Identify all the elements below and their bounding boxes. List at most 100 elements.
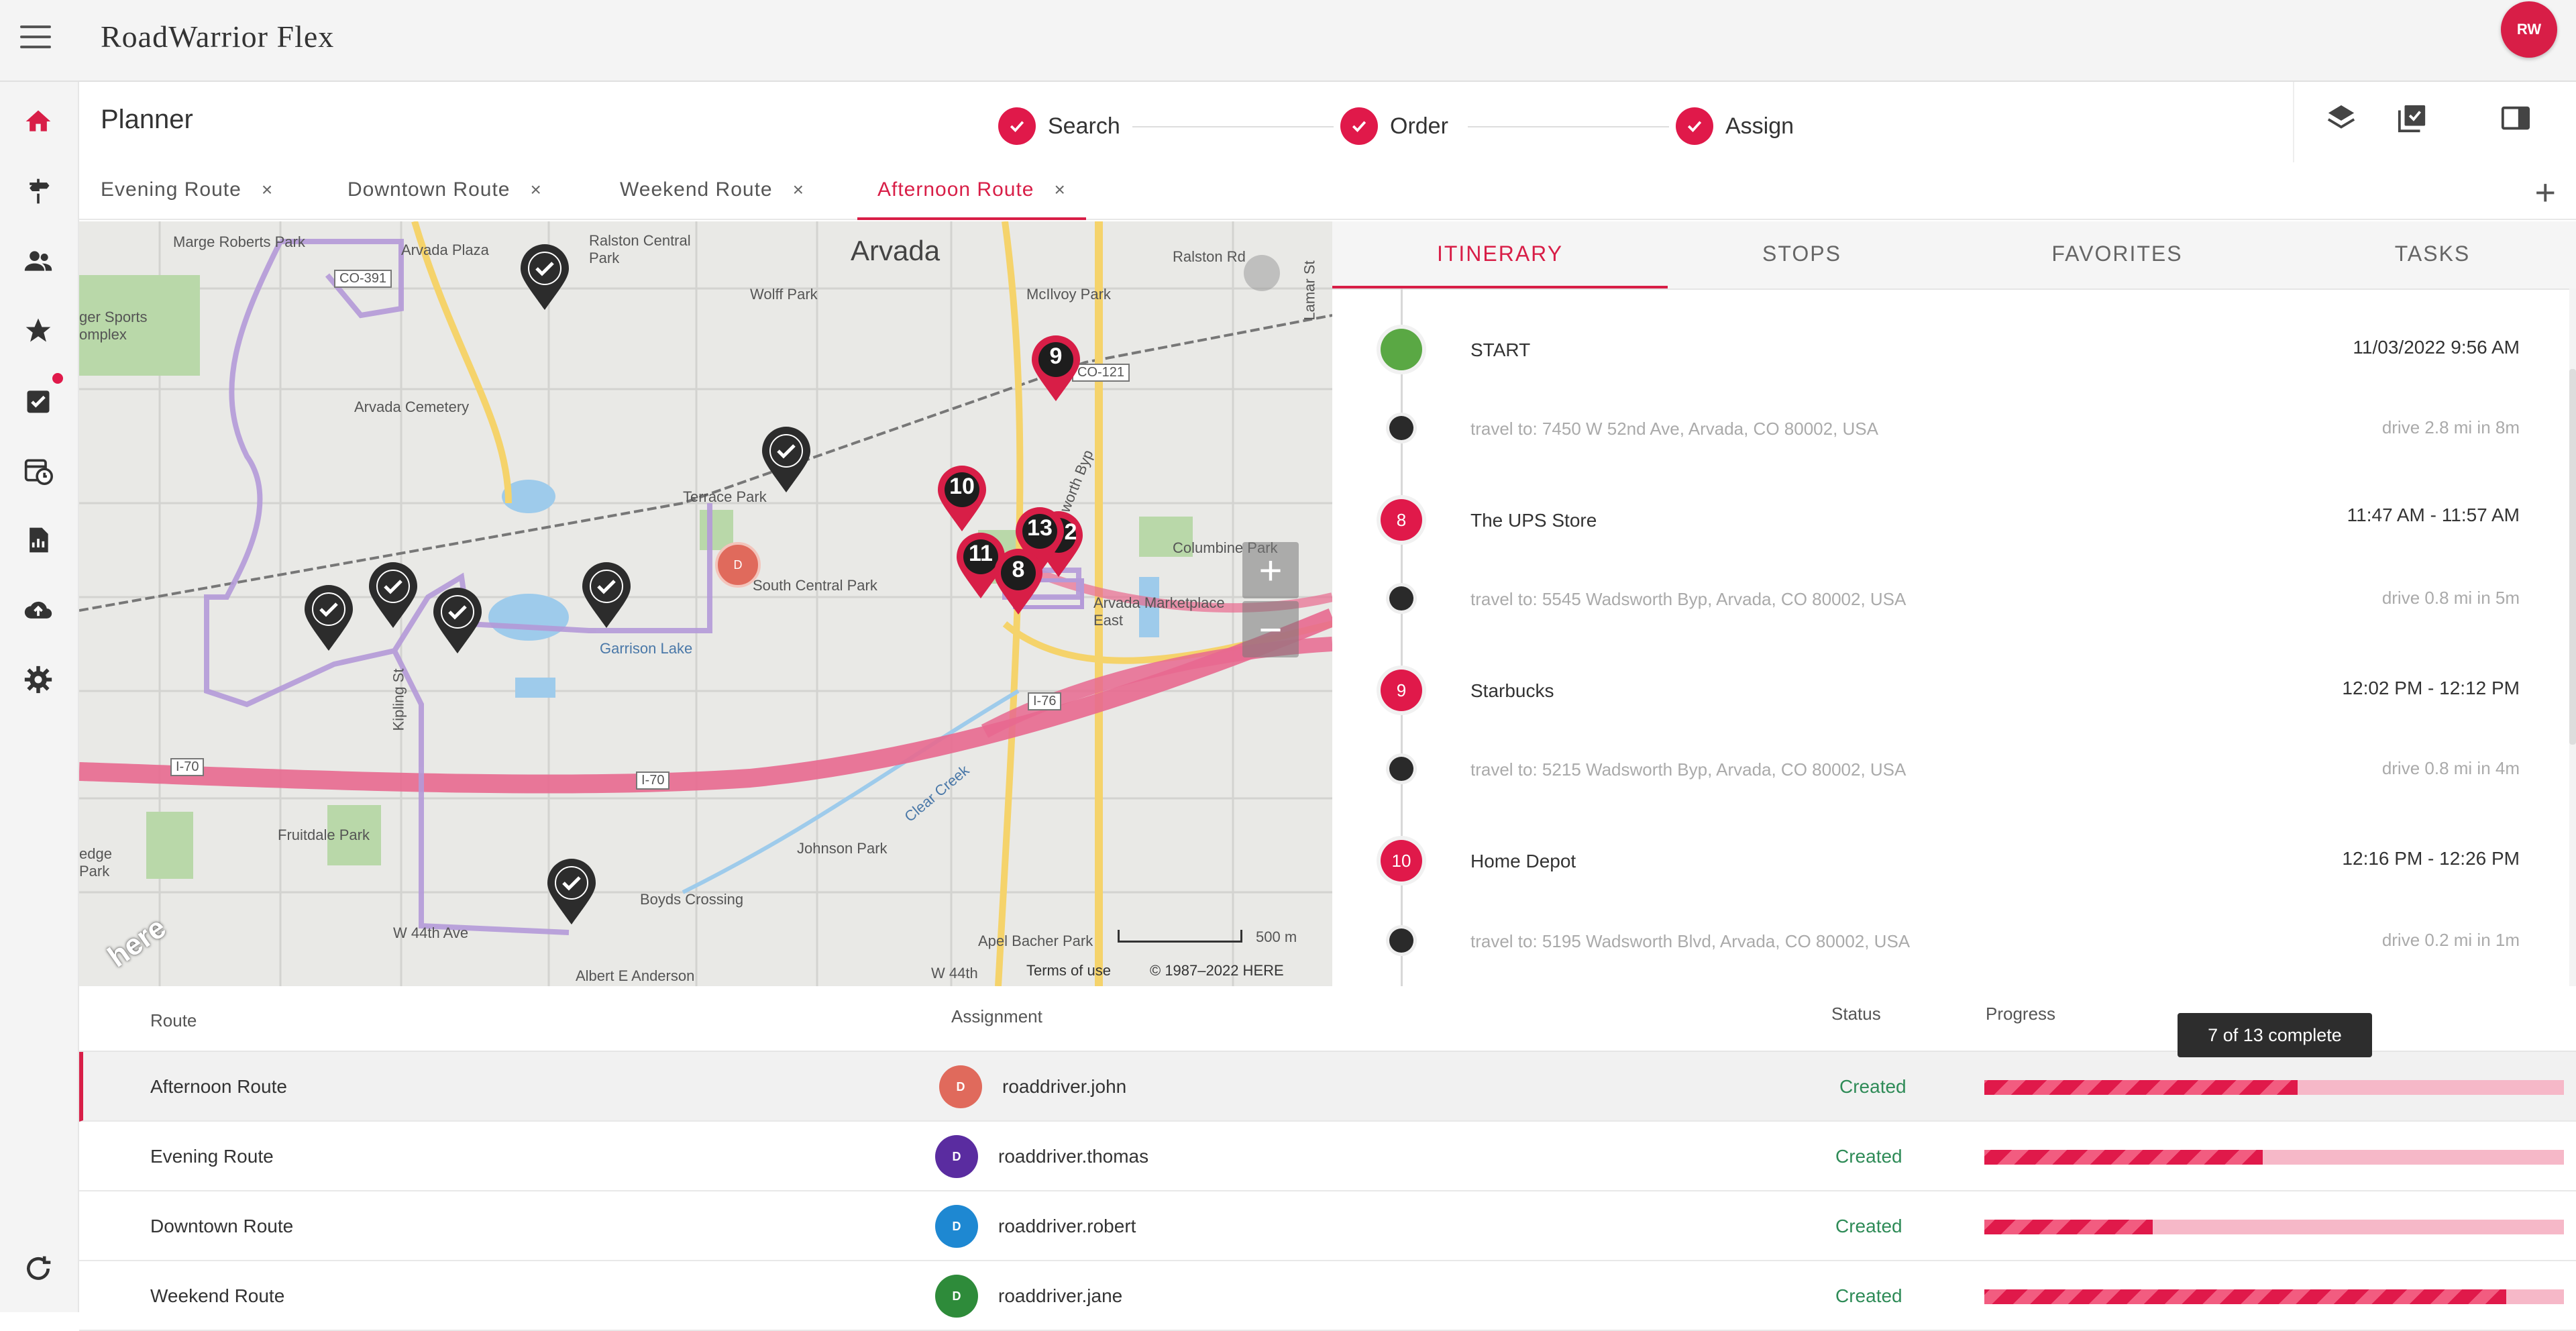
map-label: Kipling St bbox=[390, 668, 407, 731]
close-icon[interactable]: × bbox=[262, 179, 273, 201]
travel-address: travel to: 5545 Wadsworth Byp, Arvada, C… bbox=[1470, 589, 1907, 609]
completed-stop-pin[interactable] bbox=[432, 588, 483, 655]
step-search[interactable]: Search bbox=[998, 107, 1120, 145]
completed-stop-pin[interactable] bbox=[519, 244, 570, 311]
tab-downtown-route[interactable]: Downtown Route × bbox=[347, 162, 542, 217]
column-header-progress[interactable]: Progress bbox=[1986, 1004, 2055, 1024]
itinerary-panel: ITINERARY STOPS FAVORITES TASKS START 11… bbox=[1332, 221, 2576, 986]
tasks-icon[interactable] bbox=[21, 384, 55, 417]
report-icon[interactable] bbox=[21, 523, 55, 557]
route-name: Downtown Route bbox=[150, 1216, 294, 1236]
tab-itinerary[interactable]: ITINERARY bbox=[1332, 221, 1668, 288]
completed-stop-pin[interactable] bbox=[368, 562, 419, 629]
table-row[interactable]: Weekend Route D roaddriver.jane Created bbox=[79, 1261, 2576, 1331]
close-icon[interactable]: × bbox=[1054, 179, 1065, 201]
step-assign[interactable]: Assign bbox=[1676, 107, 1794, 145]
table-row[interactable]: Evening Route D roaddriver.thomas Create… bbox=[79, 1122, 2576, 1191]
routes-icon[interactable] bbox=[21, 174, 55, 208]
close-icon[interactable]: × bbox=[530, 179, 541, 201]
stop-pin-10[interactable]: 10 bbox=[936, 466, 987, 533]
scroll-thumb[interactable] bbox=[2569, 369, 2576, 745]
people-icon[interactable] bbox=[21, 244, 55, 278]
completed-stop-pin[interactable] bbox=[303, 585, 354, 652]
page-title: Planner bbox=[101, 105, 193, 134]
map-copyright: © 1987–2022 HERE bbox=[1150, 962, 1284, 979]
tab-weekend-route[interactable]: Weekend Route × bbox=[620, 162, 804, 217]
column-header-status[interactable]: Status bbox=[1831, 1004, 1881, 1024]
map-label: Arvada Cemetery bbox=[354, 398, 470, 415]
stop-name: The UPS Store bbox=[1470, 510, 1597, 531]
map-label-city: Arvada bbox=[851, 235, 941, 266]
avatar: D bbox=[935, 1205, 978, 1248]
timeline-dot bbox=[1389, 757, 1413, 781]
add-tab-button[interactable]: + bbox=[2534, 172, 2556, 213]
map-label: Albert E Anderson bbox=[576, 967, 695, 984]
driver-name: roaddriver.thomas bbox=[998, 1146, 1149, 1167]
map-terms-link[interactable]: Terms of use bbox=[1026, 962, 1111, 979]
cloud-upload-icon[interactable] bbox=[21, 593, 55, 627]
route-tabs: Evening Route × Downtown Route × Weekend… bbox=[79, 162, 2576, 220]
depot-marker[interactable]: D bbox=[715, 542, 761, 588]
map-label: edge Park bbox=[79, 845, 112, 880]
completed-stop-pin[interactable] bbox=[761, 427, 812, 494]
panel-toggle-icon[interactable] bbox=[2496, 98, 2536, 138]
close-icon[interactable]: × bbox=[793, 179, 804, 201]
progress-fill bbox=[1984, 1150, 2263, 1165]
zoom-in-button[interactable]: + bbox=[1242, 542, 1299, 598]
map-road-shield: I-70 bbox=[636, 771, 670, 790]
stop-pin-8[interactable]: 8 bbox=[993, 549, 1044, 616]
map-label: Apel Bacher Park bbox=[978, 933, 1093, 949]
step-label: Search bbox=[1048, 113, 1120, 139]
tab-tasks[interactable]: TASKS bbox=[2298, 221, 2567, 286]
progress-bar bbox=[1984, 1220, 2564, 1234]
status-text: Created bbox=[1835, 1216, 1902, 1236]
toolbar bbox=[2293, 82, 2576, 162]
column-header-route[interactable]: Route bbox=[150, 1010, 197, 1031]
tab-label: Downtown Route bbox=[347, 178, 511, 201]
avatar: D bbox=[939, 1065, 982, 1108]
step-label: Assign bbox=[1725, 113, 1794, 139]
calendar-clock-icon[interactable] bbox=[21, 454, 55, 487]
route-name: Weekend Route bbox=[150, 1285, 285, 1306]
column-header-assignment[interactable]: Assignment bbox=[951, 1006, 1042, 1027]
check-circle-icon bbox=[1340, 107, 1378, 145]
status-text: Created bbox=[1835, 1146, 1902, 1167]
compass-icon[interactable] bbox=[1244, 255, 1280, 291]
stop-marker: 10 bbox=[1381, 840, 1422, 882]
step-label: Order bbox=[1390, 113, 1448, 139]
tab-stops[interactable]: STOPS bbox=[1668, 221, 1936, 286]
tab-afternoon-route[interactable]: Afternoon Route × bbox=[857, 162, 1086, 220]
timeline-line bbox=[1401, 288, 1403, 986]
itinerary-scrollbar[interactable] bbox=[2569, 288, 2576, 986]
step-order[interactable]: Order bbox=[1340, 107, 1448, 145]
tab-evening-route[interactable]: Evening Route × bbox=[101, 162, 273, 217]
gear-icon[interactable] bbox=[21, 663, 55, 696]
checklist-icon[interactable] bbox=[2392, 98, 2432, 138]
map-label: Lamar St bbox=[1301, 260, 1318, 321]
table-row[interactable]: Afternoon Route D roaddriver.john Create… bbox=[79, 1052, 2576, 1122]
completed-stop-pin[interactable] bbox=[581, 562, 632, 629]
hamburger-menu-icon[interactable] bbox=[20, 25, 51, 52]
zoom-out-button[interactable]: − bbox=[1242, 601, 1299, 657]
pin-number: 9 bbox=[1049, 343, 1063, 369]
stop-marker: 9 bbox=[1381, 670, 1422, 711]
completed-stop-pin[interactable] bbox=[546, 859, 597, 926]
stop-name: START bbox=[1470, 339, 1531, 360]
home-icon[interactable] bbox=[21, 105, 55, 138]
status-text: Created bbox=[1839, 1076, 1907, 1097]
stop-pin-9[interactable]: 9 bbox=[1030, 335, 1081, 403]
tab-favorites[interactable]: FAVORITES bbox=[1976, 221, 2258, 286]
stop-time: 11/03/2022 9:56 AM bbox=[2353, 337, 2520, 358]
planner-header: Planner Search Order Assign bbox=[79, 82, 2576, 162]
layers-icon[interactable] bbox=[2321, 98, 2361, 138]
star-icon[interactable] bbox=[21, 314, 55, 348]
travel-address: travel to: 7450 W 52nd Ave, Arvada, CO 8… bbox=[1470, 419, 1878, 439]
route-map[interactable]: Arvada Marge Roberts Park Arvada Plaza R… bbox=[79, 221, 1332, 986]
table-row[interactable]: Downtown Route D roaddriver.robert Creat… bbox=[79, 1191, 2576, 1261]
drive-info: drive 0.8 mi in 4m bbox=[2381, 758, 2520, 778]
progress-tooltip: 7 of 13 complete bbox=[2178, 1013, 2372, 1057]
refresh-icon[interactable] bbox=[21, 1252, 55, 1285]
map-label: Marge Roberts Park bbox=[173, 233, 305, 250]
avatar: D bbox=[935, 1275, 978, 1318]
user-avatar[interactable]: RW bbox=[2501, 1, 2557, 58]
